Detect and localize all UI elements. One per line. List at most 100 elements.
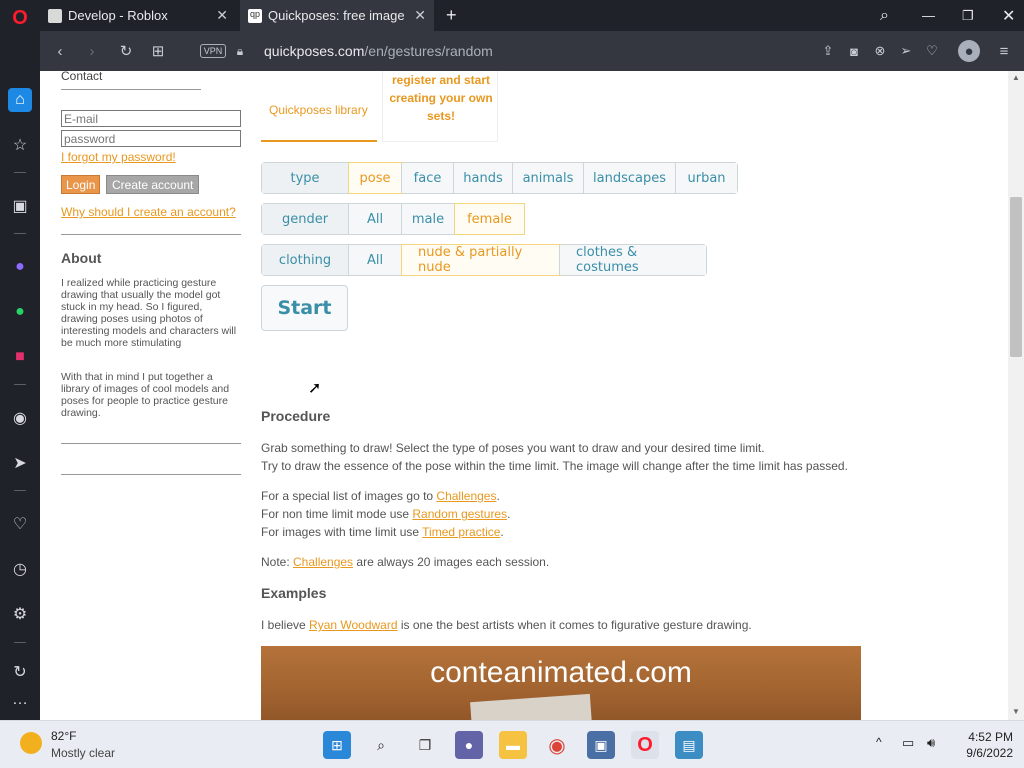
- forgot-password-link[interactable]: I forgot my password!: [61, 150, 176, 164]
- ryan-woodward-link[interactable]: Ryan Woodward: [309, 618, 398, 632]
- filter-landscapes-button[interactable]: landscapes: [584, 163, 676, 193]
- task-view-icon[interactable]: ❐: [411, 731, 439, 759]
- player-icon[interactable]: ◉: [8, 406, 32, 430]
- new-tab-button[interactable]: +: [438, 0, 462, 31]
- send-icon[interactable]: ➢: [896, 41, 916, 61]
- challenges-link[interactable]: Challenges: [293, 555, 353, 569]
- shopping-bag-icon[interactable]: ▣: [8, 194, 32, 218]
- example-image[interactable]: conteanimated.com: [261, 646, 861, 720]
- vpn-badge[interactable]: VPN: [200, 44, 226, 58]
- clock-time[interactable]: 4:52 PM: [955, 730, 1013, 744]
- weather-condition[interactable]: Mostly clear: [51, 746, 115, 760]
- tabs-grid-icon[interactable]: ⊞: [148, 41, 168, 61]
- text: For non time limit mode use: [261, 507, 413, 521]
- filter-hands-button[interactable]: hands: [454, 163, 513, 193]
- weather-moon-icon[interactable]: [20, 732, 42, 754]
- control-panel-icon[interactable]: ▤: [675, 731, 703, 759]
- opera-taskbar-icon[interactable]: O: [631, 731, 659, 759]
- search-tabs-icon[interactable]: ⌕: [872, 0, 896, 31]
- password-field[interactable]: [61, 130, 241, 147]
- about-paragraph: I realized while practicing gesture draw…: [61, 277, 237, 349]
- login-button[interactable]: Login: [61, 175, 101, 194]
- sidebar-divider: [14, 490, 26, 491]
- filter-nude-button[interactable]: nude & partially nude: [401, 244, 561, 276]
- filter-animals-button[interactable]: animals: [513, 163, 584, 193]
- scroll-down-icon[interactable]: ▼: [1012, 707, 1020, 716]
- filter-clothing-all-button[interactable]: All: [349, 245, 402, 275]
- close-window-button[interactable]: ✕: [994, 0, 1018, 31]
- home-icon[interactable]: ⌂: [8, 88, 32, 112]
- scrollbar-thumb[interactable]: [1010, 197, 1022, 357]
- profile-avatar-icon[interactable]: ●: [958, 40, 980, 62]
- register-tab-label: register and start creating your own set…: [389, 73, 493, 123]
- network-icon[interactable]: ▭: [902, 735, 914, 751]
- divider: [61, 443, 241, 444]
- menu-icon[interactable]: ≡: [994, 41, 1014, 61]
- url-field[interactable]: quickposes.com/en/gestures/random: [264, 43, 493, 59]
- camera-icon[interactable]: ◙: [844, 41, 864, 61]
- forward-icon[interactable]: ›: [82, 41, 102, 61]
- settings-icon[interactable]: ⚙: [8, 602, 32, 626]
- restore-button[interactable]: ❐: [954, 0, 978, 31]
- web-page: Contact I forgot my password! Login Crea…: [40, 71, 1008, 720]
- more-icon[interactable]: …: [8, 688, 32, 712]
- update-icon[interactable]: ↻: [8, 660, 32, 684]
- chevron-up-icon[interactable]: ^: [876, 735, 882, 749]
- close-tab-icon[interactable]: ✕: [414, 7, 426, 24]
- adblock-icon[interactable]: ⊗: [870, 41, 890, 61]
- tab-quickposes[interactable]: qp Quickposes: free image libr ✕: [240, 0, 434, 31]
- bookmark-heart-icon[interactable]: ♡: [922, 41, 942, 61]
- text: are always 20 images each session.: [353, 555, 550, 569]
- filter-face-button[interactable]: face: [402, 163, 454, 193]
- filter-gender-all-button[interactable]: All: [349, 204, 402, 234]
- share-icon[interactable]: ⇪: [818, 41, 838, 61]
- filter-urban-button[interactable]: urban: [676, 163, 737, 193]
- tab-roblox[interactable]: Develop - Roblox ✕: [40, 0, 236, 31]
- search-icon[interactable]: ⌕: [367, 731, 395, 759]
- filter-clothes-costumes-button[interactable]: clothes & costumes: [560, 245, 706, 275]
- chrome-icon[interactable]: ◉: [543, 731, 571, 759]
- history-icon[interactable]: ◷: [8, 557, 32, 581]
- filter-pose-button[interactable]: pose: [348, 162, 403, 194]
- file-explorer-icon[interactable]: ▬: [499, 731, 527, 759]
- start-windows-icon[interactable]: ⊞: [323, 731, 351, 759]
- filter-gender-label: gender: [262, 204, 349, 234]
- email-field[interactable]: [61, 110, 241, 127]
- whatsapp-icon[interactable]: ●: [8, 300, 32, 324]
- divider: [61, 474, 241, 475]
- close-tab-icon[interactable]: ✕: [216, 7, 228, 24]
- challenges-link[interactable]: Challenges: [436, 489, 496, 503]
- heart-icon[interactable]: ♡: [8, 512, 32, 536]
- text: For a special list of images go to: [261, 489, 437, 503]
- reload-icon[interactable]: ↻: [116, 41, 136, 61]
- why-create-account-link[interactable]: Why should I create an account?: [61, 205, 236, 219]
- about-heading: About: [61, 250, 102, 266]
- create-account-button[interactable]: Create account: [106, 175, 200, 194]
- random-gestures-link[interactable]: Random gestures: [412, 507, 507, 521]
- chat-icon[interactable]: ●: [455, 731, 483, 759]
- procedure-note-line: Note: Challenges are always 20 images ea…: [261, 553, 549, 571]
- scroll-up-icon[interactable]: ▲: [1012, 73, 1020, 82]
- contact-link[interactable]: Contact: [61, 71, 102, 83]
- filter-gender-group: gender All male female: [261, 203, 525, 235]
- sidebar-divider: [14, 642, 26, 643]
- filter-female-button[interactable]: female: [454, 203, 525, 235]
- filter-male-button[interactable]: male: [402, 204, 455, 234]
- back-icon[interactable]: ‹: [50, 41, 70, 61]
- send-icon[interactable]: ➤: [8, 451, 32, 475]
- weather-temp[interactable]: 82°F: [51, 729, 76, 743]
- opera-logo-icon[interactable]: O: [8, 6, 32, 30]
- messenger-icon[interactable]: ●: [8, 255, 32, 279]
- start-button[interactable]: Start: [261, 285, 348, 331]
- timed-practice-link[interactable]: Timed practice: [422, 525, 500, 539]
- star-icon[interactable]: ☆: [8, 133, 32, 157]
- minimize-button[interactable]: —: [914, 0, 938, 31]
- tab-register[interactable]: register and start creating your own set…: [382, 71, 498, 142]
- volume-icon[interactable]: 🔊︎: [927, 735, 935, 751]
- instagram-icon[interactable]: ■: [8, 345, 32, 369]
- clock-date[interactable]: 9/6/2022: [955, 746, 1013, 760]
- vertical-scrollbar[interactable]: ▲ ▼: [1008, 71, 1024, 720]
- app-icon[interactable]: ▣: [587, 731, 615, 759]
- tab-title: Quickposes: free image libr: [268, 8, 408, 23]
- tab-quickposes-library[interactable]: Quickposes library: [261, 71, 377, 142]
